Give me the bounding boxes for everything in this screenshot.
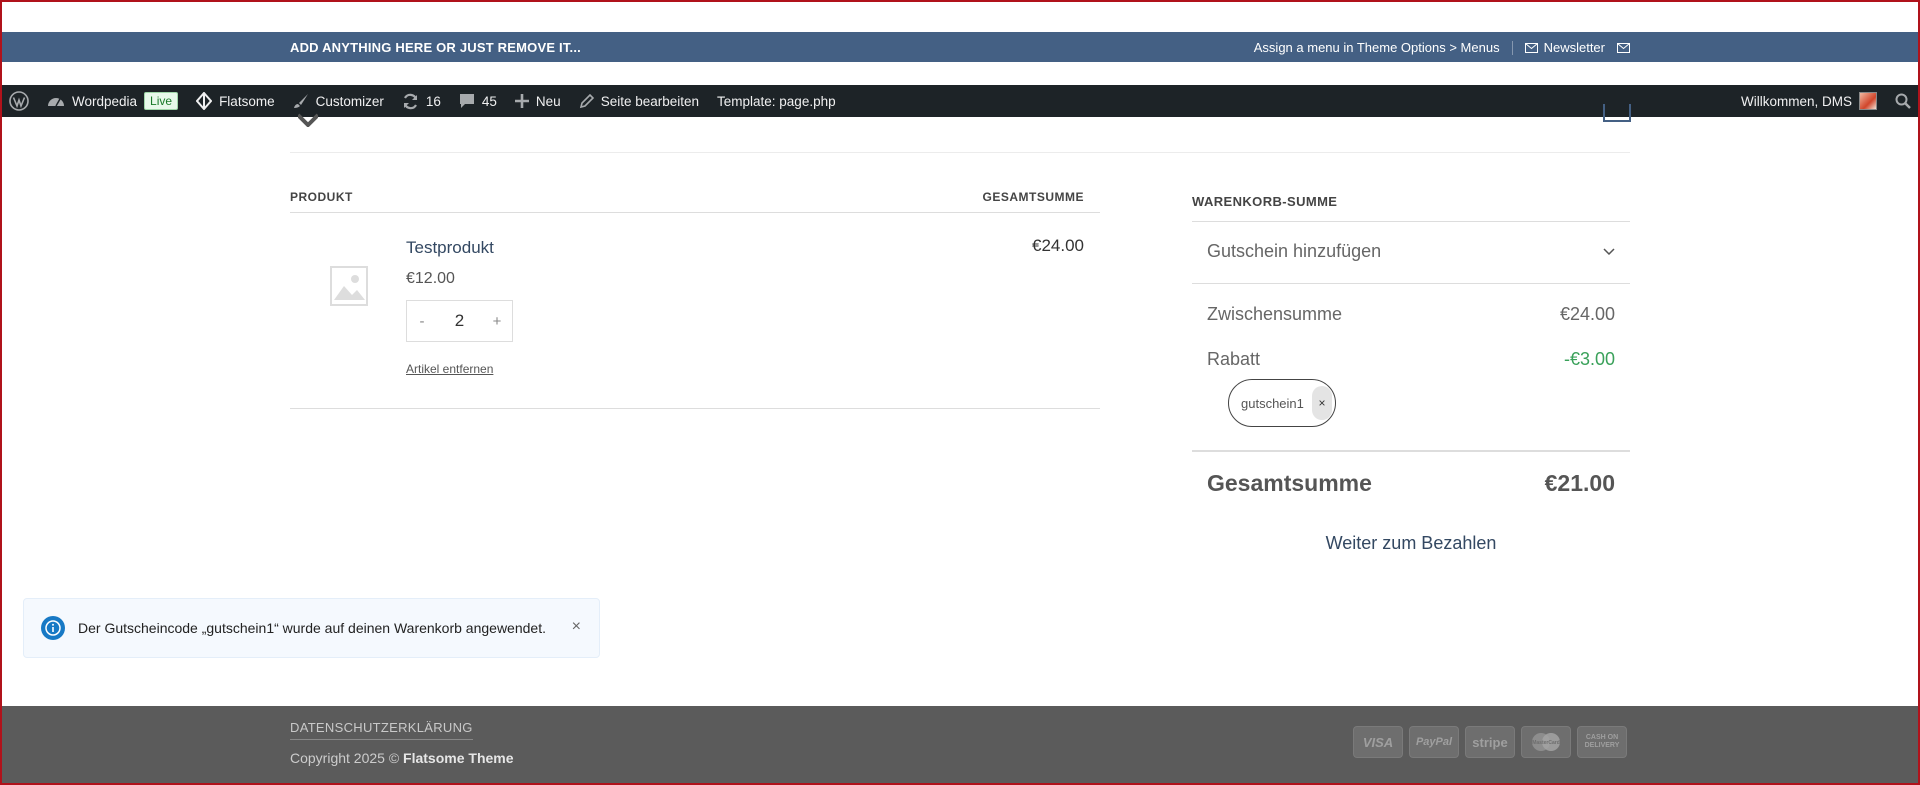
welcome-label: Willkommen, DMS	[1740, 93, 1852, 109]
totals-divider	[1192, 450, 1630, 452]
chevron-down-icon	[1603, 247, 1615, 255]
quantity-input[interactable]: 2	[437, 311, 482, 331]
product-price: €12.00	[406, 270, 455, 287]
copyright: Copyright 2025 © Flatsome Theme	[290, 750, 514, 766]
checkout-button[interactable]: Weiter zum Bezahlen	[1192, 533, 1630, 554]
avatar	[1859, 92, 1877, 110]
flatsome-label: Flatsome	[219, 93, 275, 109]
flatsome-button[interactable]: Flatsome	[187, 85, 284, 117]
cash-on-delivery-icon: CASH ON DELIVERY	[1577, 726, 1627, 758]
paintbrush-icon	[293, 94, 308, 108]
envelope-icon	[1524, 42, 1538, 53]
comments-button[interactable]: 45	[450, 85, 506, 117]
notice-message: Der Gutscheincode „gutschein1“ wurde auf…	[78, 620, 546, 636]
table-row-divider	[290, 408, 1100, 409]
window-frame	[0, 0, 1920, 785]
grand-total-row: Gesamtsumme €21.00	[1207, 470, 1615, 497]
wordpress-icon	[9, 91, 29, 111]
separator	[1511, 40, 1513, 55]
refresh-icon	[403, 93, 417, 109]
coupon-toggle[interactable]: Gutschein hinzufügen	[1207, 241, 1615, 262]
privacy-link[interactable]: DATENSCHUTZERKLÄRUNG	[290, 720, 473, 740]
admin-search-button[interactable]	[1886, 85, 1920, 117]
remove-coupon-button[interactable]: ×	[1312, 386, 1332, 420]
subtotal-value: €24.00	[1559, 304, 1615, 324]
wordpress-logo-button[interactable]	[0, 85, 38, 117]
copyright-brand: Flatsome Theme	[403, 750, 514, 766]
mastercard-label: MasterCard	[1532, 740, 1560, 746]
new-button[interactable]: Neu	[506, 85, 570, 117]
template-info[interactable]: Template: page.php	[708, 85, 845, 117]
new-label: Neu	[535, 93, 561, 109]
plus-icon	[514, 94, 529, 108]
discount-label: Rabatt	[1207, 349, 1261, 369]
cart-totals-heading: WARENKORB-SUMME	[1192, 194, 1338, 209]
comment-icon	[459, 94, 474, 108]
logo-fragment	[298, 113, 318, 127]
site-name-button[interactable]: Wordpedia Live	[38, 85, 187, 117]
discount-value: -€3.00	[1563, 349, 1615, 369]
template-label: Template: page.php	[717, 93, 836, 109]
grand-total-label: Gesamtsumme	[1207, 470, 1372, 496]
coupon-chip: gutschein1 ×	[1228, 379, 1336, 427]
edit-page-button[interactable]: Seite bearbeiten	[570, 85, 708, 117]
coupon-applied-notice: Der Gutscheincode „gutschein1“ wurde auf…	[23, 598, 600, 658]
top-bar-text: ADD ANYTHING HERE OR JUST REMOVE IT...	[290, 40, 581, 55]
copyright-text: Copyright 2025 ©	[290, 750, 404, 766]
newsletter-label: Newsletter	[1543, 40, 1605, 55]
top-bar: ADD ANYTHING HERE OR JUST REMOVE IT... A…	[0, 32, 1920, 62]
live-badge: Live	[144, 92, 179, 110]
totals-divider	[1192, 221, 1630, 222]
header-divider	[290, 152, 1630, 153]
visa-icon: VISA	[1353, 726, 1403, 758]
quantity-stepper: - 2 +	[406, 300, 513, 342]
mastercard-circles: MasterCard	[1532, 733, 1560, 751]
payment-icons: VISA PayPal stripe MasterCard CASH ON DE…	[1353, 726, 1627, 758]
product-subtotal: €24.00	[1032, 236, 1084, 255]
grand-total-value: €21.00	[1544, 470, 1615, 496]
remove-item-link[interactable]: Artikel entfernen	[406, 362, 493, 376]
updates-button[interactable]: 16	[393, 85, 450, 117]
info-icon	[41, 616, 65, 640]
edit-page-label: Seite bearbeiten	[600, 93, 700, 109]
customizer-label: Customizer	[315, 93, 384, 109]
column-header-product: PRODUKT	[290, 190, 353, 204]
table-header-divider	[290, 212, 1100, 213]
menu-hint-link[interactable]: Assign a menu in Theme Options > Menus	[1254, 40, 1500, 55]
stripe-icon: stripe	[1465, 726, 1515, 758]
product-name-link[interactable]: Testprodukt	[406, 238, 494, 258]
notice-close-button[interactable]: ×	[572, 618, 581, 636]
dashboard-icon	[48, 98, 64, 107]
subtotal-label: Zwischensumme	[1207, 304, 1343, 324]
envelope-icon[interactable]	[1617, 42, 1630, 53]
site-name: Wordpedia	[72, 93, 138, 109]
search-icon	[1895, 93, 1911, 109]
comments-count: 45	[481, 93, 497, 109]
cart-icon-fragment[interactable]	[1603, 104, 1631, 122]
pencil-icon	[579, 93, 594, 108]
product-placeholder-image-icon[interactable]	[330, 266, 368, 306]
footer: DATENSCHUTZERKLÄRUNG Copyright 2025 © Fl…	[0, 706, 1920, 785]
admin-bar-right: Willkommen, DMS	[1732, 85, 1920, 117]
quantity-minus-button[interactable]: -	[407, 313, 437, 330]
updates-count: 16	[425, 93, 441, 109]
column-header-total: GESAMTSUMME	[982, 190, 1084, 204]
paypal-icon: PayPal	[1409, 726, 1459, 758]
account-button[interactable]: Willkommen, DMS	[1732, 85, 1886, 117]
wp-admin-bar: Wordpedia Live Flatsome Customizer 16 45…	[0, 85, 1920, 117]
discount-row: Rabatt -€3.00	[1207, 349, 1615, 370]
subtotal-row: Zwischensumme €24.00	[1207, 304, 1615, 325]
quantity-plus-button[interactable]: +	[482, 313, 512, 330]
coupon-toggle-label: Gutschein hinzufügen	[1207, 241, 1382, 261]
newsletter-link[interactable]: Newsletter	[1524, 40, 1605, 55]
flatsome-icon	[196, 92, 213, 110]
top-bar-right: Assign a menu in Theme Options > Menus N…	[1254, 40, 1630, 55]
totals-divider	[1192, 283, 1630, 284]
mastercard-icon: MasterCard	[1521, 726, 1571, 758]
coupon-code: gutschein1	[1241, 395, 1304, 411]
